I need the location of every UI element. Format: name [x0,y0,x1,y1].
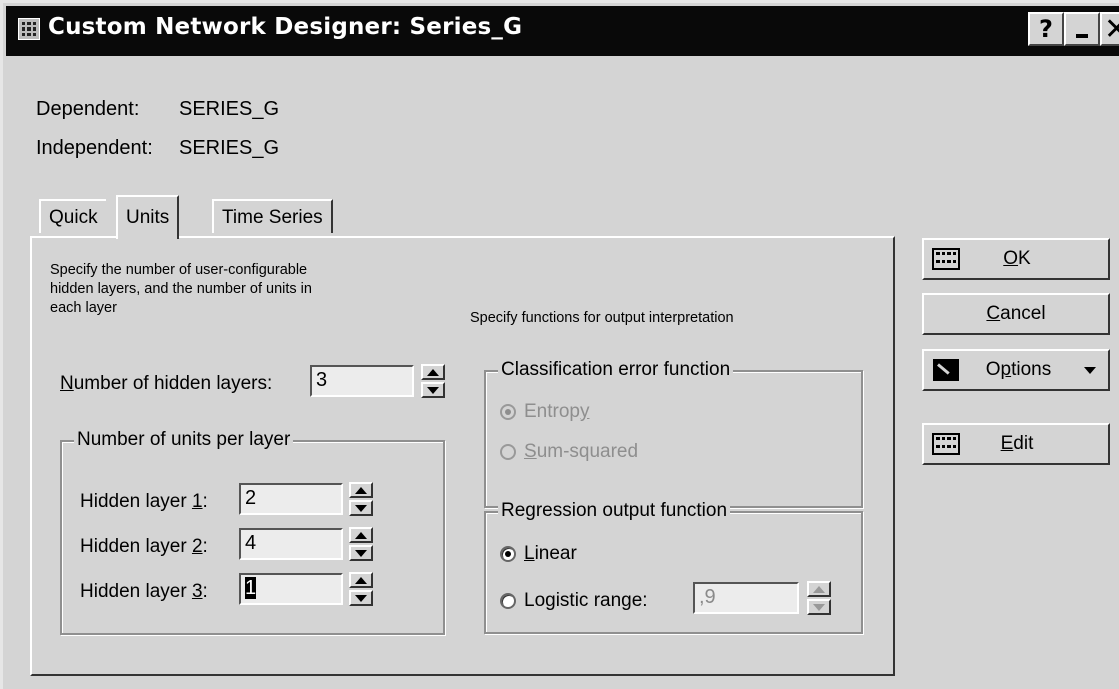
help-icon: ? [1039,15,1053,43]
app-icon [18,18,40,40]
minimize-icon [1076,34,1088,38]
ok-button[interactable]: OK [922,238,1110,280]
dropdown-arrow-icon [1084,366,1096,374]
options-button[interactable]: Options [922,349,1110,391]
tab-panel-units [30,236,895,676]
tab-quick[interactable]: Quick [39,199,106,233]
window-title: Custom Network Designer: Series_G [48,14,523,40]
dependent-value: SERIES_G [179,98,280,120]
tab-time-series[interactable]: Time Series [212,199,333,233]
table-icon [932,433,960,455]
independent-value: SERIES_G [179,137,280,159]
help-button[interactable]: ? [1028,12,1064,46]
title-bar[interactable]: Custom Network Designer: Series_G ? ✕ [6,6,1119,56]
independent-label: Independent: [36,137,153,159]
tab-units[interactable]: Units [116,195,180,239]
close-icon: ✕ [1104,11,1119,47]
dependent-label: Dependent: [36,98,140,120]
dialog-window: Custom Network Designer: Series_G ? ✕ De… [0,0,1119,689]
edit-button[interactable]: Edit [922,423,1110,465]
close-button[interactable]: ✕ [1100,11,1119,47]
wizard-icon [933,359,959,381]
cancel-button[interactable]: Cancel [922,293,1110,335]
minimize-button[interactable] [1064,12,1100,46]
table-icon [932,248,960,270]
